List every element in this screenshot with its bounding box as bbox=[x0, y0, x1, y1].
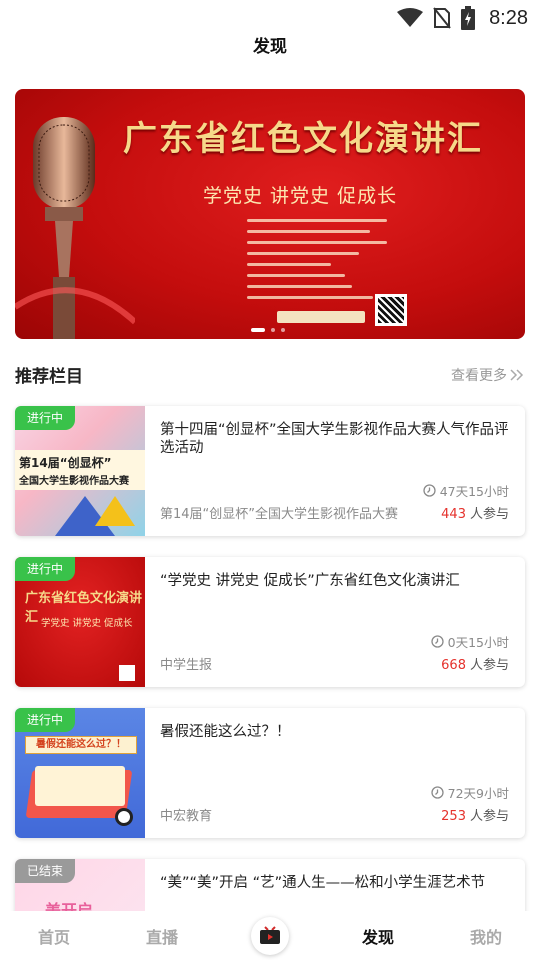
banner-info-lines bbox=[247, 219, 387, 307]
participant-number: 443 bbox=[441, 507, 466, 522]
carousel-dot[interactable] bbox=[251, 328, 265, 332]
page-title: 发现 bbox=[253, 37, 287, 57]
status-time: 8:28 bbox=[489, 6, 528, 29]
activity-thumbnail: 第14届“创显杯” 全国大学生影视作品大赛 进行中 bbox=[15, 406, 145, 536]
activity-thumbnail: 广东省红色文化演讲汇 学党史 讲党史 促成长 进行中 bbox=[15, 557, 145, 687]
activity-title: “美”“美”开启 “艺”通人生——松和小学生涯艺术节 bbox=[160, 875, 486, 891]
thumbnail-text: 第14届“创显杯” bbox=[19, 456, 112, 470]
no-sim-icon bbox=[433, 7, 451, 29]
microphone-illustration bbox=[15, 117, 135, 339]
participant-suffix: 人参与 bbox=[469, 507, 509, 522]
participant-count: 668 人参与 bbox=[441, 654, 509, 673]
status-badge: 进行中 bbox=[15, 406, 76, 430]
participant-suffix: 人参与 bbox=[469, 658, 509, 673]
double-chevron-right-icon bbox=[510, 369, 524, 381]
participant-count: 253 人参与 bbox=[441, 805, 509, 824]
nav-home[interactable]: 首页 bbox=[0, 924, 108, 948]
nav-mine[interactable]: 我的 bbox=[432, 924, 540, 948]
wifi-icon bbox=[397, 8, 424, 27]
activity-card[interactable]: 广东省红色文化演讲汇 学党史 讲党史 促成长 进行中 “学党史 讲党史 促成长”… bbox=[15, 557, 525, 687]
activity-card[interactable]: 暑假还能这么过？！ 进行中 暑假还能这么过？！ 72天9小时 中宏教育 253 人… bbox=[15, 708, 525, 838]
battery-charging-icon bbox=[461, 6, 476, 30]
nav-center bbox=[216, 916, 324, 955]
clock-icon bbox=[423, 484, 436, 497]
clock-icon bbox=[430, 635, 444, 648]
carousel-dot[interactable] bbox=[271, 328, 275, 332]
activity-organizer: 中宏教育 bbox=[160, 809, 213, 824]
bottom-nav: 首页 直播 发现 我的 bbox=[0, 911, 540, 960]
activity-thumbnail: 暑假还能这么过？！ 进行中 bbox=[15, 708, 145, 838]
remaining-time-text: 0天15小时 bbox=[447, 635, 509, 650]
discover-page: 8:28 发现 广东省红色文化演讲汇 学党史 讲党史 促成长 推荐栏目 查看更多… bbox=[0, 0, 540, 960]
activity-title: 暑假还能这么过？！ bbox=[160, 724, 291, 740]
status-icons: 8:28 bbox=[397, 6, 528, 30]
status-badge: 进行中 bbox=[15, 557, 76, 581]
participant-number: 668 bbox=[441, 658, 466, 673]
carousel-indicator bbox=[251, 328, 285, 332]
carousel-dot[interactable] bbox=[281, 328, 285, 332]
activity-organizer: 中学生报 bbox=[160, 658, 213, 673]
nav-live[interactable]: 直播 bbox=[108, 924, 216, 948]
banner-subtitle: 学党史 讲党史 促成长 bbox=[203, 185, 398, 207]
section-title: 推荐栏目 bbox=[15, 367, 83, 387]
tv-play-icon bbox=[260, 925, 280, 944]
thumbnail-text: 全国大学生影视作品大赛 bbox=[19, 476, 129, 487]
activity-title: 第十四届“创显杯”全国大学生影视作品大赛人气作品评选活动 bbox=[160, 422, 509, 456]
remaining-time-text: 72天9小时 bbox=[447, 786, 509, 801]
thumbnail-text: 学党史 讲党史 促成长 bbox=[41, 618, 133, 629]
participant-suffix: 人参与 bbox=[469, 809, 509, 824]
participant-number: 253 bbox=[441, 809, 466, 824]
clock-icon bbox=[430, 786, 444, 799]
see-more-link[interactable]: 查看更多 bbox=[451, 365, 524, 385]
status-badge: 进行中 bbox=[15, 708, 76, 732]
nav-discover[interactable]: 发现 bbox=[324, 924, 432, 948]
participant-count: 443 人参与 bbox=[441, 503, 509, 522]
nav-video-button[interactable] bbox=[251, 916, 289, 955]
status-badge: 已结束 bbox=[15, 859, 76, 883]
remaining-time-text: 47天15小时 bbox=[439, 484, 509, 499]
see-more-label: 查看更多 bbox=[451, 368, 507, 384]
remaining-time: 47天15小时 bbox=[423, 481, 509, 500]
activity-organizer: 第14届“创显杯”全国大学生影视作品大赛 bbox=[160, 507, 399, 522]
activity-card[interactable]: 第14届“创显杯” 全国大学生影视作品大赛 进行中 第十四届“创显杯”全国大学生… bbox=[15, 406, 525, 536]
banner-title: 广东省红色文化演讲汇 bbox=[123, 119, 483, 159]
banner-logo bbox=[277, 311, 365, 323]
remaining-time: 0天15小时 bbox=[430, 632, 509, 651]
activity-title: “学党史 讲党史 促成长”广东省红色文化演讲汇 bbox=[160, 573, 460, 589]
status-bar: 8:28 bbox=[0, 0, 540, 36]
qr-code bbox=[375, 294, 407, 326]
promo-banner[interactable]: 广东省红色文化演讲汇 学党史 讲党史 促成长 bbox=[15, 89, 525, 339]
thumbnail-text: 暑假还能这么过？！ bbox=[25, 736, 137, 754]
remaining-time: 72天9小时 bbox=[430, 783, 509, 802]
